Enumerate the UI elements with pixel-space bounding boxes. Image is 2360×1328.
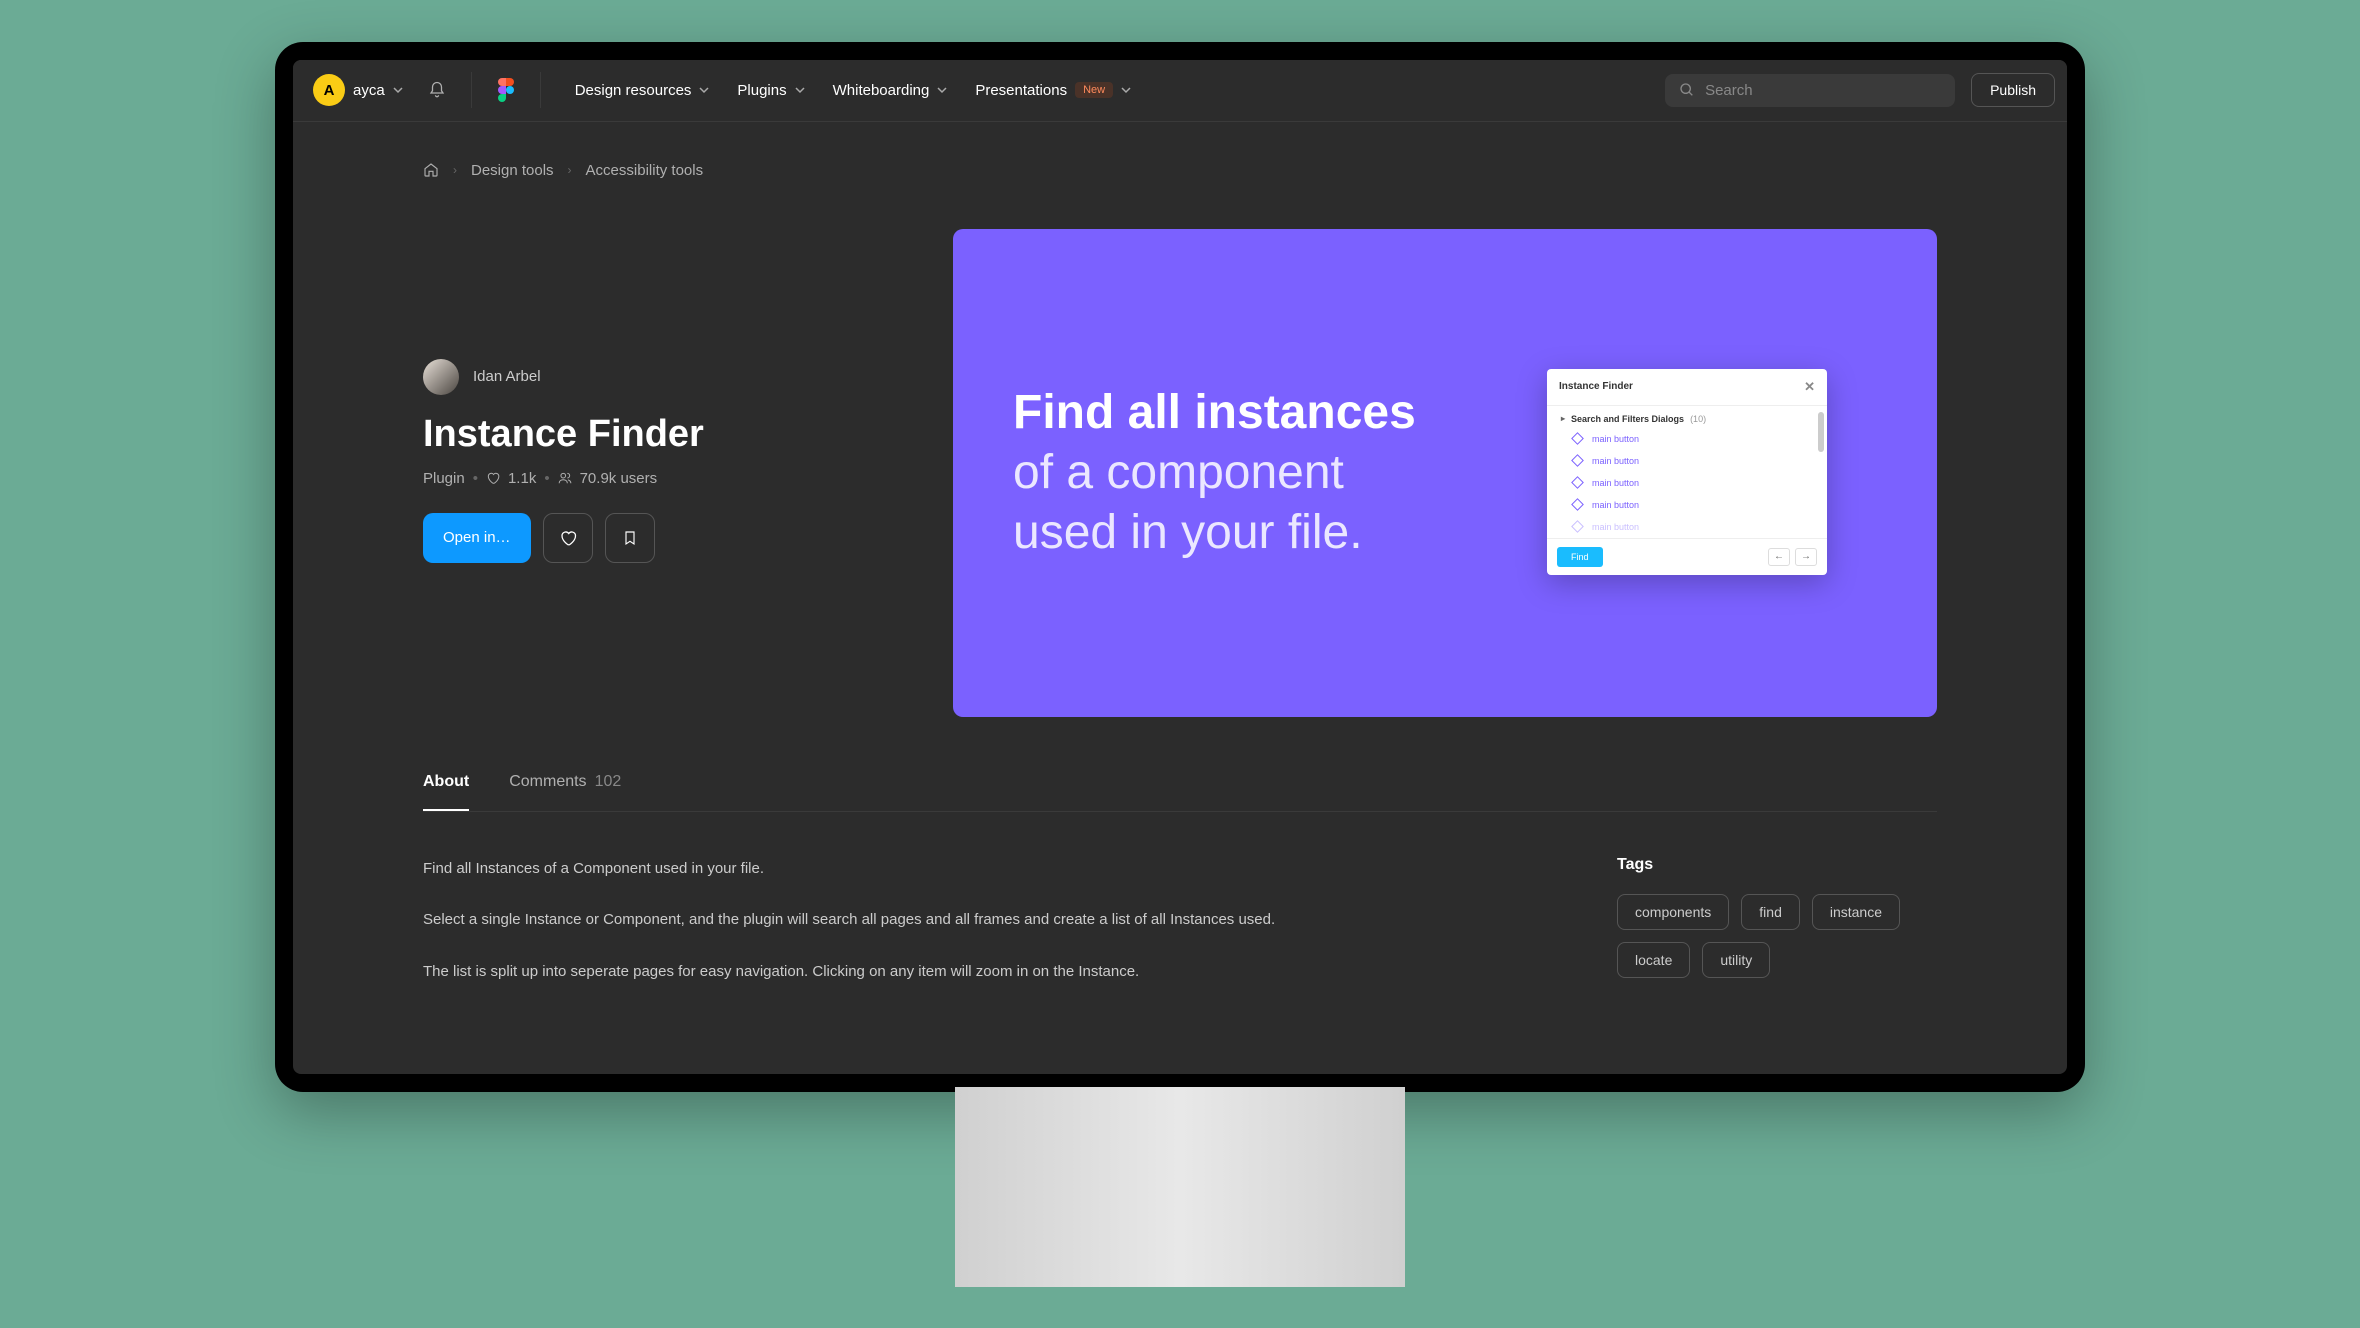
nav-plugins[interactable]: Plugins: [737, 82, 804, 99]
user-menu[interactable]: A ayca: [305, 70, 411, 110]
panel-item: main button: [1547, 516, 1827, 538]
panel-group-count: (10): [1690, 414, 1706, 424]
scrollbar: [1818, 412, 1824, 452]
plugin-type: Plugin: [423, 470, 465, 487]
meta-row: Plugin • 1.1k • 70.9k users: [423, 470, 893, 487]
description-p2: Select a single Instance or Component, a…: [423, 907, 1497, 933]
prev-icon: ←: [1768, 548, 1790, 566]
tag-instance[interactable]: instance: [1812, 894, 1900, 930]
plugin-panel-mock: Instance Finder ✕ ▸ Search and Filters D…: [1547, 369, 1827, 575]
next-icon: →: [1795, 548, 1817, 566]
bookmark-icon: [622, 529, 638, 547]
description: Find all Instances of a Component used i…: [423, 856, 1497, 1011]
screen: A ayca Design resources Plugins Whiteboa…: [293, 60, 2067, 1074]
users-icon: [558, 471, 572, 485]
author-avatar: [423, 359, 459, 395]
body-section: Find all Instances of a Component used i…: [423, 812, 1937, 1011]
divider: [540, 72, 541, 108]
chevron-down-icon: [393, 85, 403, 95]
bell-icon: [428, 81, 446, 99]
monitor-frame: A ayca Design resources Plugins Whiteboa…: [275, 42, 2085, 1092]
divider: [471, 72, 472, 108]
main-content: › Design tools › Accessibility tools Ida…: [293, 122, 2067, 1074]
tab-about[interactable]: About: [423, 773, 469, 811]
nav-presentations[interactable]: Presentations New: [975, 82, 1131, 99]
author-name: Idan Arbel: [473, 368, 541, 385]
breadcrumb-sep: ›: [453, 163, 457, 177]
search-icon: [1679, 82, 1695, 98]
publish-button[interactable]: Publish: [1971, 73, 2055, 107]
nav-whiteboarding[interactable]: Whiteboarding: [833, 82, 948, 99]
like-button[interactable]: [543, 513, 593, 563]
tag-utility[interactable]: utility: [1702, 942, 1770, 978]
tag-locate[interactable]: locate: [1617, 942, 1690, 978]
nav-menu: Design resources Plugins Whiteboarding P…: [575, 82, 1131, 99]
hero-meta: Idan Arbel Instance Finder Plugin • 1.1k…: [423, 229, 893, 563]
notifications-button[interactable]: [419, 72, 455, 108]
chevron-down-icon: [1121, 85, 1131, 95]
chevron-down-icon: [795, 85, 805, 95]
heart-icon: [486, 471, 500, 485]
search-input[interactable]: [1705, 82, 1941, 99]
comments-count: 102: [595, 773, 622, 793]
new-badge: New: [1075, 82, 1113, 98]
tab-comments[interactable]: Comments 102: [509, 773, 621, 811]
tags-section: Tags components find instance locate uti…: [1617, 856, 1937, 1011]
hero-section: Idan Arbel Instance Finder Plugin • 1.1k…: [423, 229, 1937, 717]
tags-list: components find instance locate utility: [1617, 894, 1937, 978]
tags-title: Tags: [1617, 856, 1937, 874]
heart-icon: [559, 529, 577, 547]
hero-headline: Find all instances of a component used i…: [1013, 383, 1433, 563]
description-p1: Find all Instances of a Component used i…: [423, 856, 1497, 882]
home-icon[interactable]: [423, 162, 439, 178]
likes-count: 1.1k: [508, 470, 536, 487]
tabs: About Comments 102: [423, 773, 1937, 812]
username: ayca: [353, 82, 385, 99]
tag-components[interactable]: components: [1617, 894, 1729, 930]
figma-home[interactable]: [488, 72, 524, 108]
plugin-title: Instance Finder: [423, 413, 893, 456]
panel-title: Instance Finder: [1559, 381, 1633, 392]
top-header: A ayca Design resources Plugins Whiteboa…: [293, 60, 2067, 122]
monitor-stand: [955, 1087, 1405, 1287]
author-row[interactable]: Idan Arbel: [423, 359, 893, 395]
users-count: 70.9k users: [580, 470, 658, 487]
bookmark-button[interactable]: [605, 513, 655, 563]
avatar: A: [313, 74, 345, 106]
tag-find[interactable]: find: [1741, 894, 1800, 930]
description-p3: The list is split up into seperate pages…: [423, 959, 1497, 985]
chevron-down-icon: [699, 85, 709, 95]
panel-item: main button: [1547, 472, 1827, 494]
breadcrumb: › Design tools › Accessibility tools: [423, 162, 1937, 179]
breadcrumb-accessibility-tools[interactable]: Accessibility tools: [586, 162, 704, 179]
hero-image: Find all instances of a component used i…: [953, 229, 1937, 717]
figma-logo-icon: [498, 78, 514, 102]
breadcrumb-design-tools[interactable]: Design tools: [471, 162, 554, 179]
panel-item: main button: [1547, 494, 1827, 516]
panel-item: main button: [1547, 450, 1827, 472]
breadcrumb-sep: ›: [568, 163, 572, 177]
panel-find-button: Find: [1557, 547, 1603, 567]
close-icon: ✕: [1804, 379, 1815, 395]
search-box[interactable]: [1665, 74, 1955, 107]
open-in-button[interactable]: Open in…: [423, 513, 531, 563]
chevron-down-icon: [937, 85, 947, 95]
nav-design-resources[interactable]: Design resources: [575, 82, 710, 99]
panel-item: main button: [1547, 428, 1827, 450]
action-buttons: Open in…: [423, 513, 893, 563]
panel-group-label: Search and Filters Dialogs: [1571, 414, 1684, 424]
